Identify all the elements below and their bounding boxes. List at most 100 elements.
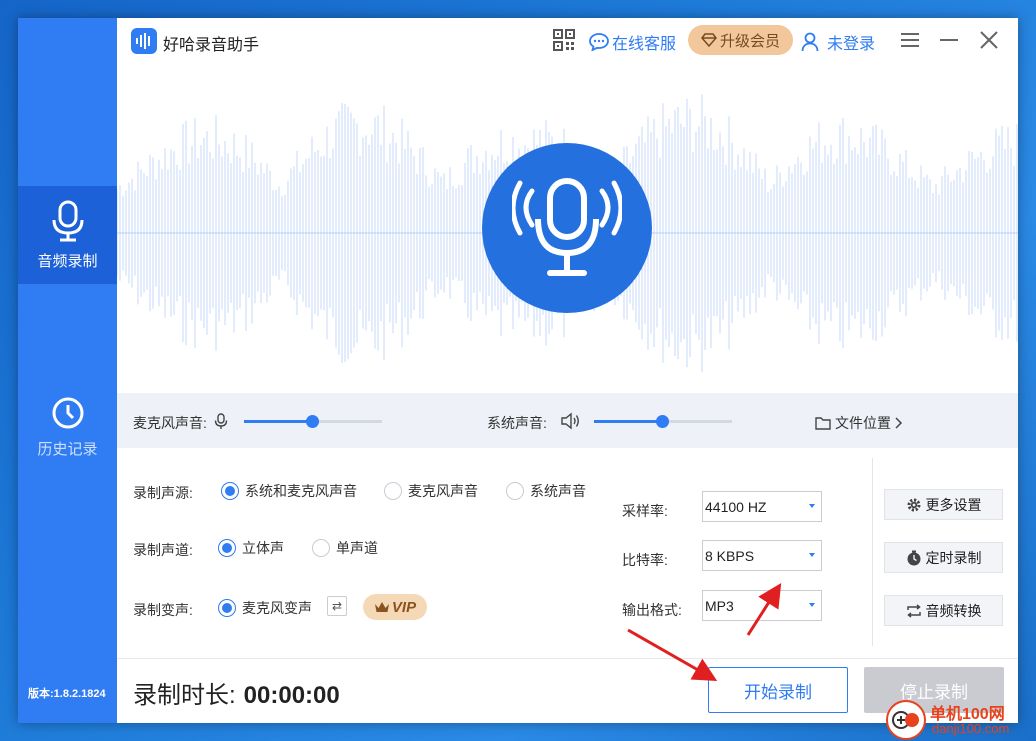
chevron-down-icon	[809, 504, 815, 508]
radio-button[interactable]	[218, 539, 236, 557]
diamond-icon	[701, 33, 717, 47]
login-button[interactable]: 未登录	[801, 30, 875, 54]
sidebar-item-label: 历史记录	[37, 440, 98, 458]
radio-button[interactable]	[218, 599, 236, 617]
microphone-small-icon	[214, 413, 228, 429]
app-window: 音频录制 历史记录 版本:1.8.2.1824 好哈录音助手 在线客服 升级会员…	[18, 18, 1018, 723]
voice-change-option-mic[interactable]: 麦克风变声	[218, 598, 312, 618]
radio-button[interactable]	[506, 482, 524, 500]
record-mic-button[interactable]	[482, 143, 652, 313]
bit-rate-select[interactable]: 8 KBPS	[702, 540, 822, 571]
clock-icon	[52, 397, 83, 428]
qrcode-icon[interactable]	[553, 29, 575, 51]
volume-bar: 麦克风声音: 系统声音: 文件位置	[117, 393, 1018, 448]
waveform-area	[117, 63, 1018, 393]
app-logo	[131, 28, 157, 54]
vip-badge[interactable]: VIP	[363, 594, 427, 620]
channel-label: 录制声道:	[133, 542, 193, 558]
chat-bubble-icon	[589, 33, 609, 51]
system-volume-fill	[594, 420, 662, 423]
app-title: 好哈录音助手	[163, 37, 260, 54]
channel-option-stereo[interactable]: 立体声	[218, 538, 284, 558]
file-location-button[interactable]: 文件位置	[815, 413, 903, 433]
system-volume-knob[interactable]	[656, 415, 669, 428]
sidebar-item-history[interactable]: 历史记录	[18, 378, 117, 476]
sidebar-item-label: 音频录制	[37, 252, 98, 270]
source-option-mic[interactable]: 麦克风声音	[384, 481, 478, 501]
menu-icon[interactable]	[900, 30, 920, 50]
sample-rate-value: 44100 HZ	[705, 498, 767, 515]
vip-badge-label: VIP	[391, 598, 417, 616]
source-option-both[interactable]: 系统和麦克风声音	[221, 481, 357, 501]
chevron-down-icon	[809, 553, 815, 557]
audio-convert-label: 音频转换	[925, 602, 982, 619]
system-volume-label: 系统声音:	[487, 415, 547, 431]
waveform-logo-icon	[136, 33, 150, 49]
sidebar: 音频录制 历史记录 版本:1.8.2.1824	[18, 18, 117, 723]
radio-label: 系统和麦克风声音	[245, 483, 357, 499]
output-format-value: MP3	[705, 597, 734, 614]
start-record-button[interactable]: 开始录制	[708, 667, 848, 713]
divider	[872, 458, 873, 646]
folder-icon	[815, 417, 831, 430]
output-format-select[interactable]: MP3	[702, 590, 822, 621]
gear-icon	[907, 498, 920, 511]
bit-rate-label: 比特率:	[622, 552, 668, 568]
voice-change-label: 录制变声:	[133, 602, 193, 618]
timed-record-button[interactable]: 定时录制	[884, 542, 1003, 573]
chevron-down-icon	[809, 603, 815, 607]
speaker-icon	[561, 412, 579, 430]
gamepad-icon	[892, 711, 919, 729]
system-volume-slider[interactable]	[594, 415, 732, 428]
audio-convert-button[interactable]: 音频转换	[884, 595, 1003, 626]
duration-value: 00:00:00	[243, 682, 340, 709]
upgrade-member-button[interactable]: 升级会员	[688, 25, 793, 55]
online-service-label: 在线客服	[612, 36, 677, 53]
bit-rate-value: 8 KBPS	[705, 547, 755, 564]
duration-display: 录制时长: 00:00:00	[133, 675, 340, 710]
timed-record-label: 定时录制	[925, 549, 982, 566]
upgrade-member-label: 升级会员	[719, 32, 780, 50]
mic-volume-fill	[244, 420, 312, 423]
radio-button[interactable]	[384, 482, 402, 500]
radio-label: 麦克风变声	[242, 600, 312, 616]
watermark-url: danji100.com	[932, 721, 1010, 736]
login-label: 未登录	[827, 36, 876, 53]
convert-icon	[906, 603, 921, 618]
version-label: 版本:1.8.2.1824	[28, 688, 106, 700]
source-option-system[interactable]: 系统声音	[506, 481, 586, 501]
footer: 录制时长: 00:00:00 开始录制 停止录制	[117, 658, 1018, 723]
more-settings-label: 更多设置	[925, 496, 982, 513]
titlebar: 好哈录音助手 在线客服 升级会员 未登录	[117, 18, 1018, 63]
duration-label: 录制时长:	[133, 682, 236, 709]
timer-icon	[907, 550, 920, 565]
mic-volume-label: 麦克风声音:	[133, 415, 207, 431]
sample-rate-label: 采样率:	[622, 503, 668, 519]
sample-rate-select[interactable]: 44100 HZ	[702, 491, 822, 522]
mic-volume-slider[interactable]	[244, 415, 382, 428]
user-icon	[801, 32, 819, 52]
radio-label: 单声道	[336, 540, 378, 556]
watermark-logo	[886, 700, 926, 740]
minimize-icon[interactable]	[939, 30, 959, 50]
close-icon[interactable]	[979, 30, 999, 50]
more-settings-button[interactable]: 更多设置	[884, 489, 1003, 520]
microphone-icon	[52, 200, 83, 241]
radio-label: 立体声	[242, 540, 284, 556]
radio-button[interactable]	[312, 539, 330, 557]
sidebar-item-audio-record[interactable]: 音频录制	[18, 186, 117, 284]
swap-icon[interactable]: ⇄	[327, 596, 347, 616]
online-service-button[interactable]: 在线客服	[589, 30, 676, 54]
output-format-label: 输出格式:	[622, 602, 682, 618]
watermark: 单机100网 danji100.com	[886, 700, 1036, 741]
radio-label: 麦克风声音	[408, 483, 478, 499]
file-location-label: 文件位置	[835, 415, 891, 431]
radio-button[interactable]	[221, 482, 239, 500]
crown-icon	[374, 602, 389, 612]
radio-label: 系统声音	[530, 483, 586, 499]
mic-volume-knob[interactable]	[306, 415, 319, 428]
source-label: 录制声源:	[133, 485, 193, 501]
chevron-right-icon	[895, 417, 903, 429]
channel-option-mono[interactable]: 单声道	[312, 538, 378, 558]
microphone-broadcast-icon	[512, 177, 622, 276]
